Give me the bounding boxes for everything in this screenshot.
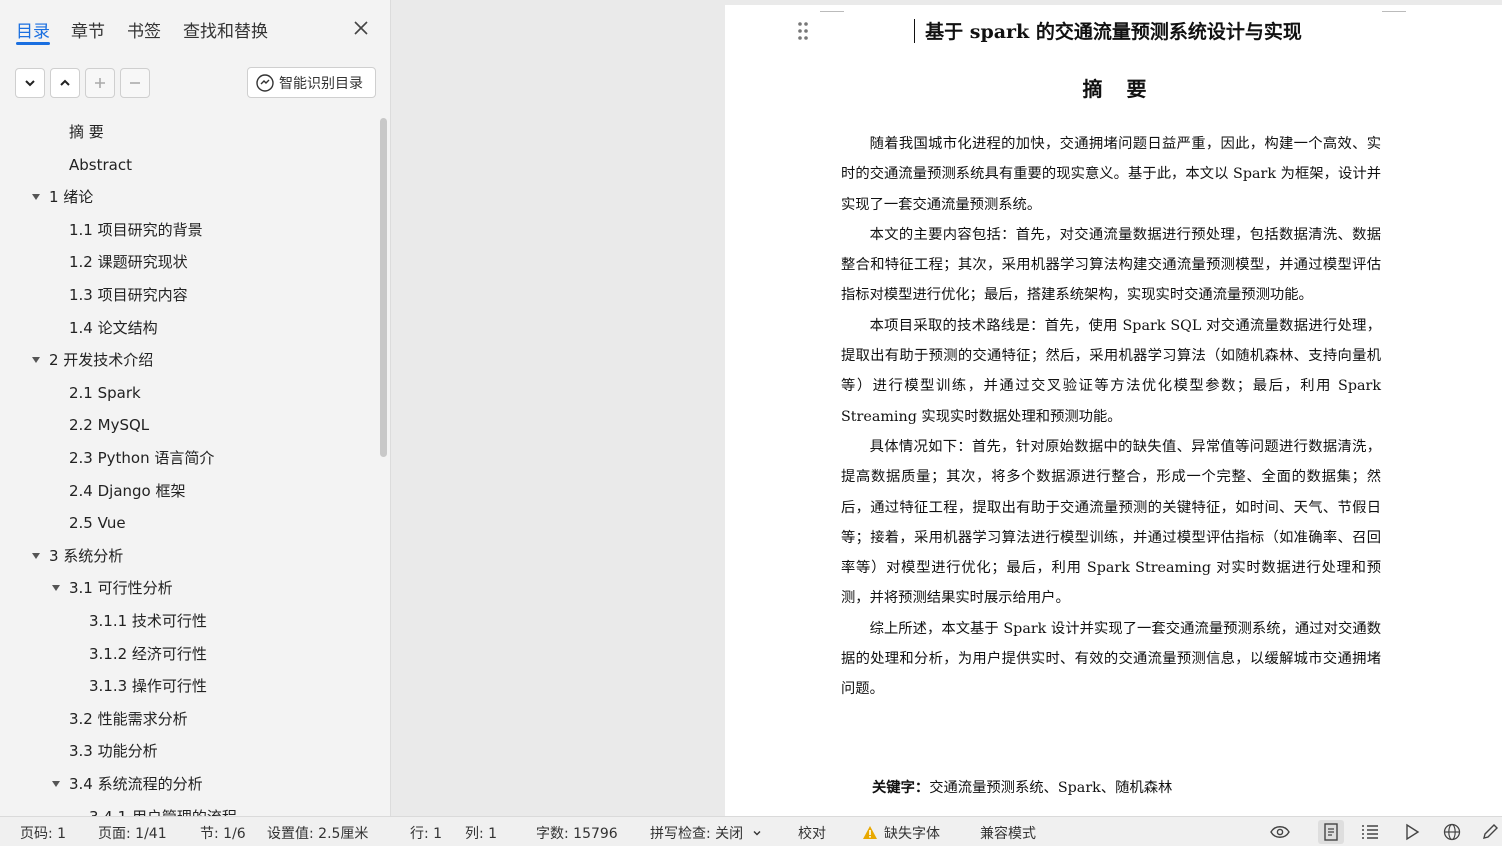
status-proofread[interactable]: 校对 — [798, 823, 826, 843]
toc-item[interactable]: 3.1 可行性分析 — [69, 576, 173, 600]
abstract-paragraph[interactable]: 本文的主要内容包括：首先，对交通流量数据进行预处理，包括数据清洗、数据整合和特征… — [841, 220, 1381, 311]
toc-item[interactable]: 1.2 课题研究现状 — [69, 250, 188, 274]
plus-icon — [95, 78, 105, 88]
document-area: 基于 spark 的交通流量预测系统设计与实现 摘要 随着我国城市化进程的加快，… — [392, 0, 1502, 816]
minus-icon — [130, 82, 140, 84]
abstract-paragraph[interactable]: 本项目采取的技术路线是：首先，使用 Spark SQL 对交通流量数据进行处理，… — [841, 311, 1381, 432]
document-page[interactable]: 基于 spark 的交通流量预测系统设计与实现 摘要 随着我国城市化进程的加快，… — [725, 5, 1502, 816]
outline-scrollbar[interactable] — [380, 118, 387, 457]
status-spellcheck[interactable]: 拼写检查: 关闭 — [650, 823, 762, 843]
spellcheck-label: 拼写检查: 关闭 — [650, 826, 744, 842]
ai-recognize-icon — [256, 73, 274, 92]
toc-item[interactable]: Abstract — [69, 153, 132, 177]
keywords-line[interactable]: 关键字：交通流量预测系统、Spark、随机森林 — [872, 776, 1172, 797]
toc-item[interactable]: 摘 要 — [69, 120, 104, 144]
chevron-down-icon — [753, 831, 761, 836]
globe-icon[interactable] — [1441, 821, 1463, 843]
smart-toc-button[interactable]: 智能识别目录 — [247, 67, 376, 98]
toc-item[interactable]: 1.4 论文结构 — [69, 316, 158, 340]
status-row[interactable]: 行: 1 — [410, 823, 442, 843]
toc-item[interactable]: 2 开发技术介绍 — [49, 348, 153, 372]
pen-icon[interactable] — [1479, 821, 1501, 843]
abstract-heading[interactable]: 摘要 — [725, 73, 1502, 102]
nav-tabs: 目录 章节 书签 查找和替换 — [0, 0, 391, 54]
toc-item[interactable]: 1.3 项目研究内容 — [69, 283, 188, 307]
toc-item[interactable]: 1.1 项目研究的背景 — [69, 218, 203, 242]
collapse-down-button[interactable] — [15, 68, 45, 98]
tab-chapters[interactable]: 章节 — [71, 17, 105, 42]
text-cursor — [914, 19, 915, 43]
navigation-pane: 目录 章节 书签 查找和替换 智能识别目录 摘 要 Abstract 1 绪论 1.1… — [0, 0, 391, 816]
expand-up-button[interactable] — [50, 68, 80, 98]
toc-outline: 摘 要 Abstract 1 绪论 1.1 项目研究的背景 1.2 课题研究现状 1.3 … — [0, 115, 376, 816]
warning-icon — [863, 826, 877, 839]
caret-down-icon[interactable] — [30, 185, 42, 209]
status-section[interactable]: 节: 1/6 — [200, 823, 246, 843]
toc-item[interactable]: 3.3 功能分析 — [69, 739, 158, 763]
outline-view-icon[interactable] — [1359, 821, 1381, 843]
toc-item[interactable]: 3.1.3 操作可行性 — [89, 674, 207, 698]
status-page-code[interactable]: 页码: 1 — [20, 823, 66, 843]
remove-heading-button[interactable] — [120, 68, 150, 98]
toc-item[interactable]: 3.2 性能需求分析 — [69, 707, 188, 731]
tab-bookmarks[interactable]: 书签 — [127, 17, 161, 42]
margin-mark-left — [820, 11, 844, 12]
chevron-up-icon — [60, 79, 70, 86]
toc-item[interactable]: 3.4 系统流程的分析 — [69, 772, 203, 796]
toc-item[interactable]: 2.4 Django 框架 — [69, 479, 186, 503]
abstract-paragraph[interactable]: 具体情况如下：首先，针对原始数据中的缺失值、异常值等问题进行数据清洗，提高数据质… — [841, 432, 1381, 614]
status-bar: 页码: 1 页面: 1/41 节: 1/6 设置值: 2.5厘米 行: 1 列:… — [0, 816, 1502, 846]
status-missing-font[interactable]: 缺失字体 — [862, 823, 940, 843]
page-view-icon[interactable] — [1318, 820, 1344, 844]
missing-font-label: 缺失字体 — [884, 826, 940, 842]
toc-item[interactable]: 3.1.1 技术可行性 — [89, 609, 207, 633]
eye-icon[interactable] — [1269, 821, 1291, 843]
status-setting[interactable]: 设置值: 2.5厘米 — [267, 823, 368, 843]
toc-item[interactable]: 2.2 MySQL — [69, 413, 149, 437]
caret-down-icon[interactable] — [50, 576, 62, 600]
toc-item[interactable]: 2.1 Spark — [69, 381, 141, 405]
toc-item[interactable]: 2.5 Vue — [69, 511, 126, 535]
status-col[interactable]: 列: 1 — [465, 823, 497, 843]
smart-toc-label: 智能识别目录 — [279, 75, 363, 92]
add-heading-button[interactable] — [85, 68, 115, 98]
toc-item[interactable]: 3.1.2 经济可行性 — [89, 642, 207, 666]
keywords-value: 交通流量预测系统、Spark、随机森林 — [929, 780, 1173, 796]
play-icon[interactable] — [1401, 821, 1423, 843]
tab-toc[interactable]: 目录 — [16, 17, 50, 45]
toc-item[interactable]: 2.3 Python 语言简介 — [69, 446, 214, 470]
margin-mark-right — [1382, 11, 1406, 12]
document-title[interactable]: 基于 spark 的交通流量预测系统设计与实现 — [725, 17, 1502, 44]
abstract-body[interactable]: 随着我国城市化进程的加快，交通拥堵问题日益严重，因此，构建一个高效、实时的交通流… — [841, 129, 1381, 705]
tab-find-replace[interactable]: 查找和替换 — [183, 17, 268, 42]
caret-down-icon[interactable] — [50, 772, 62, 796]
caret-down-icon[interactable] — [30, 348, 42, 372]
status-compat-mode[interactable]: 兼容模式 — [980, 823, 1036, 843]
abstract-paragraph[interactable]: 随着我国城市化进程的加快，交通拥堵问题日益严重，因此，构建一个高效、实时的交通流… — [841, 129, 1381, 220]
toc-item[interactable]: 3.4.1 用户管理的流程 — [89, 805, 237, 816]
caret-down-icon[interactable] — [30, 544, 42, 568]
toc-item[interactable]: 3 系统分析 — [49, 544, 123, 568]
nav-toolbar: 智能识别目录 — [0, 64, 391, 100]
abstract-paragraph[interactable]: 综上所述，本文基于 Spark 设计并实现了一套交通流量预测系统，通过对交通数据… — [841, 614, 1381, 705]
chevron-down-icon — [25, 80, 35, 87]
status-page[interactable]: 页面: 1/41 — [98, 823, 167, 843]
toc-item[interactable]: 1 绪论 — [49, 185, 93, 209]
close-icon[interactable] — [350, 17, 372, 39]
status-word-count[interactable]: 字数: 15796 — [536, 823, 618, 843]
keywords-label: 关键字： — [872, 780, 930, 796]
